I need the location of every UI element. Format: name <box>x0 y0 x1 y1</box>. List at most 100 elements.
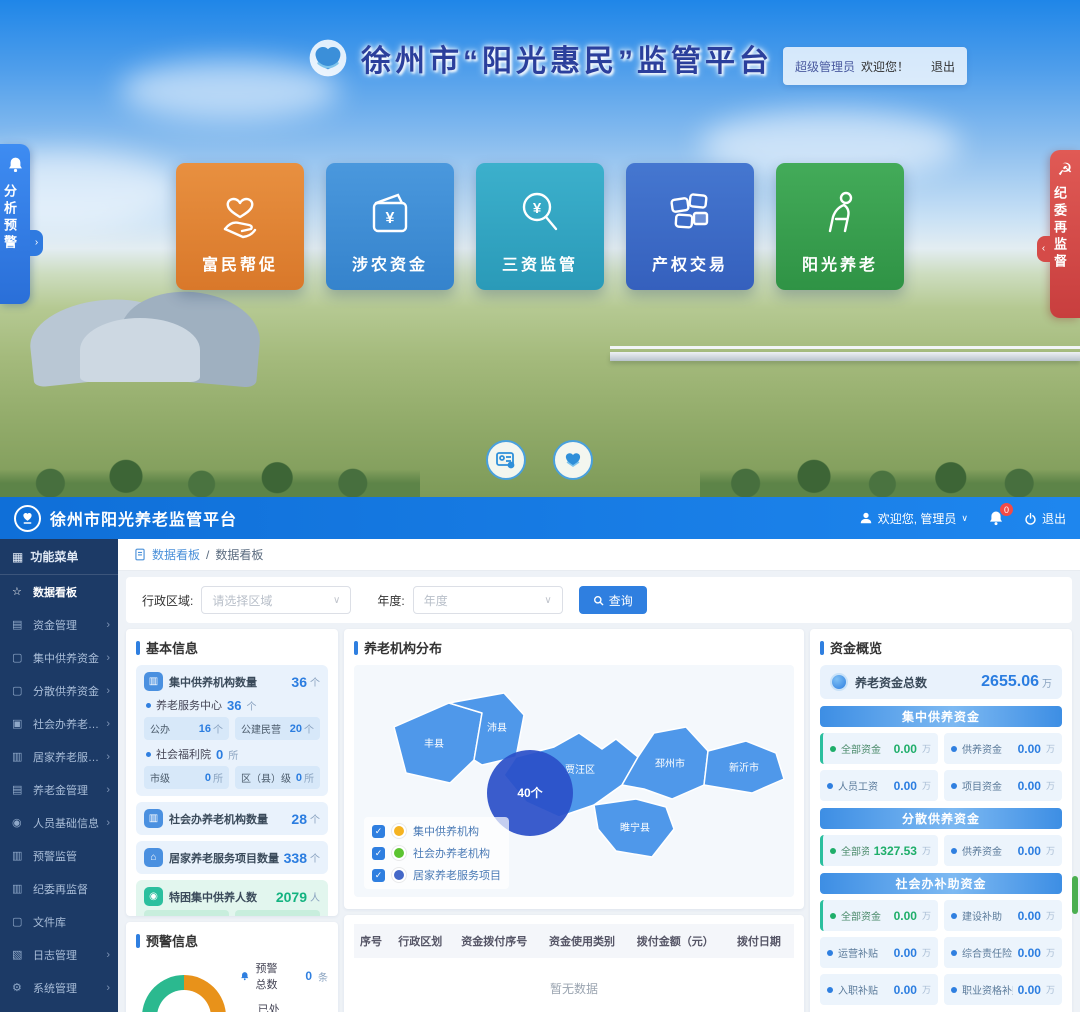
mini-stat-value: 0 <box>205 772 211 784</box>
sidebar-item[interactable]: ▢ 集中供养资金 › <box>0 641 118 674</box>
menu-item-icon: ▤ <box>12 783 27 796</box>
tile-fumin-bangcu[interactable]: 富民帮促 <box>176 163 304 290</box>
map-legend-item[interactable]: ✓ 社会办养老机构 <box>372 845 501 861</box>
logout-button[interactable]: 退出 <box>1024 510 1066 527</box>
tile-yangguang-yanglao[interactable]: 阳光养老 <box>776 163 904 290</box>
panel-title: 基本信息 <box>136 638 328 657</box>
sidebar-item[interactable]: ▤ 资金管理 › <box>0 608 118 641</box>
stat-card-centralized-supported: ◉ 特困集中供养人数 2079 人 五保老人 103 <box>136 880 328 916</box>
menu-item-icon: ▥ <box>12 750 27 763</box>
sidebar-item[interactable]: ▧ 日志管理 › <box>0 938 118 971</box>
tile-chanquan-jiaoyi[interactable]: 产权交易 <box>626 163 754 290</box>
query-button[interactable]: 查询 <box>579 586 647 614</box>
sidebar-item[interactable]: ▢ 文件库 <box>0 905 118 938</box>
mini-stat-unit: 所 <box>304 770 314 785</box>
sidebar-item[interactable]: ▥ 纪委再监督 <box>0 872 118 905</box>
fund-stat-value: 0.00 <box>1018 983 1041 997</box>
checkbox-checked-icon[interactable]: ✓ <box>372 847 385 860</box>
trees-decoration <box>0 451 420 497</box>
bullet-dot <box>146 703 151 708</box>
fund-stat-unit: 万 <box>1046 909 1055 922</box>
fund-stat-unit: 万 <box>922 742 931 755</box>
mini-stat-label: 市级 <box>150 770 205 785</box>
stat-label: 居家养老服务项目数量 <box>169 850 284 866</box>
breadcrumb-link-dashboard[interactable]: 数据看板 <box>152 546 200 563</box>
stat-label: 集中供养机构数量 <box>169 674 291 690</box>
hero-logout-button[interactable]: 退出 <box>931 58 955 75</box>
map-panel: 养老机构分布 <box>344 629 804 909</box>
fund-stat-card: 全部资金 1327.53 万 <box>820 835 938 866</box>
discipline-supervision-tab[interactable]: ☭ 纪委再监督 ‹ <box>1050 150 1080 318</box>
menu-title: ▦ 功能菜单 <box>0 539 118 575</box>
chevron-right-icon: › <box>106 982 110 994</box>
analysis-warning-tab[interactable]: 分析预警 › <box>0 144 30 304</box>
tile-sanzi-jianguan[interactable]: ¥ 三资监管 <box>476 163 604 290</box>
sub-stat-value: 0 <box>216 747 223 762</box>
fund-stat-label: 入职补贴 <box>838 982 889 997</box>
fund-stat-value: 0.00 <box>894 779 917 793</box>
bullet-dot <box>951 987 957 993</box>
fund-stat-unit: 万 <box>922 844 931 857</box>
checkbox-checked-icon[interactable]: ✓ <box>372 825 385 838</box>
sidebar-item[interactable]: ▢ 分散供养资金 › <box>0 674 118 707</box>
welcome-label: 欢迎您！ <box>861 58 909 75</box>
map-legend-item[interactable]: ✓ 集中供养机构 <box>372 823 501 839</box>
year-select[interactable]: 年度 ∨ <box>413 586 563 614</box>
district-label: 沛县 <box>487 721 507 734</box>
notifications-button[interactable]: 0 <box>988 510 1004 526</box>
sidebar-item[interactable]: ▣ 社会办养老机构 › <box>0 707 118 740</box>
district-map[interactable]: 丰县 沛县 贾汪区 邳州市 新沂市 睢宁县 40个 <box>354 665 794 897</box>
table-header-cell: 行政区划 <box>392 924 455 958</box>
stat-card-social-institutions: ▥ 社会办养老机构数量 28 个 <box>136 802 328 835</box>
sidebar-item[interactable]: ☆ 数据看板 <box>0 575 118 608</box>
sidebar-nav: ▦ 功能菜单 ☆ 数据看板 ▤ 资金管理 › <box>0 539 118 1012</box>
title-accent-bar <box>136 641 140 655</box>
alerts-body: 预警总数 0 条 已处理 0 条 <box>136 958 328 1012</box>
panel-title: 资金概览 <box>820 638 1062 657</box>
fund-stat-card: 综合责任险 0.00 万 <box>944 937 1062 968</box>
user-menu[interactable]: 欢迎您, 管理员 ∨ <box>859 510 968 527</box>
expand-arrow-icon[interactable]: ‹ <box>1037 236 1050 262</box>
fund-section: 社会办补助资金 全部资金 0.00 万 <box>820 873 1062 1005</box>
chevron-right-icon: › <box>106 619 110 631</box>
fund-section-items: 全部资金 0.00 万 建设补助 <box>820 900 1062 1005</box>
sidebar-item[interactable]: ⚙ 系统管理 › <box>0 971 118 1004</box>
mini-stat-value: 0 <box>296 772 302 784</box>
bridge-silhouette <box>610 352 1080 361</box>
dashboard-grid: 基本信息 ▥ 集中供养机构数量 36 个 养老服务中心 <box>118 623 1080 1012</box>
chevron-right-icon: › <box>106 652 110 664</box>
expand-arrow-icon[interactable]: › <box>30 230 43 256</box>
notification-badge: 0 <box>1000 503 1013 516</box>
tile-shenong-zijin[interactable]: ¥ 涉农资金 <box>326 163 454 290</box>
sub-stat-unit: 所 <box>228 747 238 762</box>
sidebar-item[interactable]: ▥ 预警监管 <box>0 839 118 872</box>
bridge-silhouette <box>610 346 1080 349</box>
sidebar-item[interactable]: ▤ 养老金管理 › <box>0 773 118 806</box>
sidebar-item[interactable]: ◉ 人员基础信息 › <box>0 806 118 839</box>
heart-hands-icon[interactable] <box>553 440 593 480</box>
alerts-donut <box>142 975 226 1012</box>
map-legend-item[interactable]: ✓ 居家养老服务项目 <box>372 867 501 883</box>
id-card-icon[interactable] <box>486 440 526 480</box>
dashboard-header: 徐州市阳光养老监管平台 欢迎您, 管理员 ∨ 0 退出 <box>0 497 1080 539</box>
wallet-yuan-icon: ¥ <box>364 185 416 241</box>
region-select[interactable]: 请选择区域 ∨ <box>201 586 351 614</box>
legend-label: 社会办养老机构 <box>413 845 490 861</box>
scrollbar-thumb[interactable] <box>1072 876 1078 914</box>
fund-stat-unit: 万 <box>922 779 931 792</box>
alert-stat-row: 预警总数 0 条 <box>240 960 328 992</box>
center-column: 养老机构分布 <box>344 629 804 1012</box>
basic-info-panel: 基本信息 ▥ 集中供养机构数量 36 个 养老服务中心 <box>126 629 338 916</box>
sidebar-item[interactable]: ▥ 居家养老服务项目 › <box>0 740 118 773</box>
dashboard: 徐州市阳光养老监管平台 欢迎您, 管理员 ∨ 0 退出 ▦ <box>0 497 1080 1012</box>
table-header-row: 序号行政区划资金拨付序号资金使用类别拨付金额（元）拨付日期 <box>354 924 794 958</box>
header-actions: 欢迎您, 管理员 ∨ 0 退出 <box>859 510 1066 527</box>
fund-stat-label: 综合责任险 <box>962 945 1013 960</box>
bullet-dot <box>951 913 957 919</box>
fund-stat-card: 供养资金 0.00 万 <box>944 835 1062 866</box>
menu-item-icon: ▣ <box>12 717 27 730</box>
fund-section-items: 全部资金 0.00 万 供养资金 <box>820 733 1062 801</box>
hero-user-box: 超级管理员 欢迎您！ 退出 <box>783 47 967 85</box>
checkbox-checked-icon[interactable]: ✓ <box>372 869 385 882</box>
people-icon: ◉ <box>144 887 163 906</box>
